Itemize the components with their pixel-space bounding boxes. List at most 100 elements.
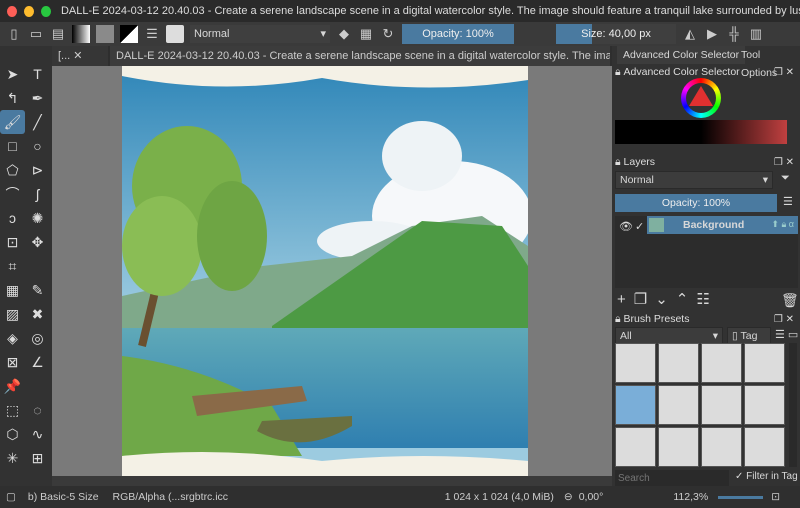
brush-preset-icon[interactable] [166, 25, 184, 43]
tab-document-1[interactable]: [... ✕ [52, 46, 108, 66]
layer-properties-icon[interactable]: ☷ [696, 291, 717, 308]
crop-tool-icon[interactable]: ⌗ [0, 254, 25, 278]
enclose-fill-tool-icon[interactable]: ◎ [25, 326, 50, 350]
line-tool-icon[interactable]: ╱ [25, 110, 50, 134]
minimize-window-button[interactable] [23, 5, 34, 17]
polyline-tool-icon[interactable]: ⊳ [25, 158, 50, 182]
freehand-brush-tool-icon[interactable]: 🖌 [0, 110, 25, 134]
opacity-slider[interactable]: Opacity: 100% [402, 24, 514, 44]
fit-screen-icon[interactable]: ⊡ [771, 491, 780, 503]
layer-opacity-slider[interactable]: Opacity: 100% [615, 194, 777, 212]
rotation-icon[interactable]: ⊖ [564, 491, 573, 503]
gradient-tool-icon[interactable]: ▦ [0, 278, 25, 302]
brush-preset[interactable] [615, 427, 656, 467]
alpha-lock-icon[interactable]: ▦ [358, 26, 374, 42]
colorize-mask-tool-icon[interactable]: ▨ [0, 302, 25, 326]
tab-tool-options[interactable]: Tool Options [735, 46, 800, 79]
move-down-icon[interactable]: ⌄ [655, 291, 676, 308]
float-close-icons[interactable]: ❐ ✕ [774, 157, 794, 168]
tab-document-active[interactable]: DALL-E 2024-03-12 20.40.03 - Create a se… [110, 46, 610, 66]
reference-images-tool-icon[interactable]: 📌 [0, 374, 25, 398]
measure-tool-icon[interactable]: ∠ [25, 350, 50, 374]
layer-lock-alpha-icons[interactable]: ⬆ 🔒︎ α [771, 219, 794, 230]
layer-checkbox[interactable]: ✓ [635, 220, 644, 233]
reload-preset-icon[interactable]: ↻ [380, 26, 396, 42]
add-layer-icon[interactable]: + [617, 291, 634, 308]
pattern-selector[interactable] [96, 25, 114, 43]
visibility-eye-icon[interactable]: 👁︎ [619, 220, 633, 233]
layer-blend-mode-select[interactable]: Normal ▾ [615, 171, 773, 189]
color-triangle[interactable] [689, 86, 713, 106]
multibrush-tool-icon[interactable]: ✺ [25, 206, 50, 230]
save-icon[interactable]: ▤ [50, 26, 66, 42]
polygon-select-tool-icon[interactable]: ⬡ [0, 422, 25, 446]
assistant-tool-icon[interactable]: ⊠ [0, 350, 25, 374]
move-up-icon[interactable]: ⌃ [676, 291, 697, 308]
edit-shapes-tool-icon[interactable]: ↰ [0, 86, 25, 110]
wrap-around-icon[interactable]: ╬ [726, 26, 742, 42]
presets-scrollbar[interactable] [789, 343, 797, 467]
freehand-path-tool-icon[interactable]: ʃ [25, 182, 50, 206]
lock-icon[interactable]: 🔒︎ [615, 156, 621, 169]
new-document-icon[interactable]: ▯ [6, 26, 22, 42]
select-shapes-tool-icon[interactable]: ➤ [0, 62, 25, 86]
bezier-tool-icon[interactable]: ⌒ [0, 182, 25, 206]
delete-layer-icon[interactable]: 🗑︎ [781, 292, 799, 309]
ellipse-select-tool-icon[interactable]: ◌ [25, 398, 50, 422]
brush-preset[interactable] [658, 343, 699, 383]
float-close-icons[interactable]: ❐ ✕ [774, 314, 794, 325]
text-tool-icon[interactable]: T [25, 62, 50, 86]
freehand-select-tool-icon[interactable]: ∿ [25, 422, 50, 446]
smart-patch-tool-icon[interactable]: ✖ [25, 302, 50, 326]
mirror-horizontal-icon[interactable]: ◭ [682, 26, 698, 42]
brush-preset[interactable] [615, 343, 656, 383]
preset-search-input[interactable] [615, 470, 729, 486]
filter-in-tag-checkbox[interactable]: ✓ Filter in Tag [735, 471, 798, 482]
presets-menu-icon[interactable]: ☰ ▭ [775, 328, 798, 341]
brush-settings-icon[interactable]: ☰ [144, 26, 160, 42]
color-sliders[interactable] [615, 120, 787, 144]
transform-tool-icon[interactable]: ⊡ [0, 230, 25, 254]
brush-preset[interactable] [701, 385, 742, 425]
duplicate-layer-icon[interactable]: ❐ [634, 291, 655, 308]
brush-preset[interactable] [744, 343, 785, 383]
brush-preset[interactable] [701, 343, 742, 383]
workspace-icon[interactable]: ▥ [748, 26, 764, 42]
calligraphy-tool-icon[interactable]: ✒ [25, 86, 50, 110]
lock-icon[interactable]: 🔒︎ [615, 66, 621, 79]
rectangle-tool-icon[interactable]: □ [0, 134, 25, 158]
horizontal-scrollbar[interactable] [52, 476, 612, 486]
maximize-window-button[interactable] [40, 5, 51, 17]
layer-row-background[interactable]: Background ⬆ 🔒︎ α [647, 216, 798, 234]
fg-bg-color-icon[interactable] [120, 25, 138, 43]
float-close-icons[interactable]: ❐ ✕ [774, 67, 794, 78]
lock-icon[interactable]: 🔒︎ [615, 313, 621, 326]
eraser-icon[interactable]: ◆ [336, 26, 352, 42]
mirror-vertical-icon[interactable]: ▶ [704, 26, 720, 42]
dynamic-brush-tool-icon[interactable]: ↄ [0, 206, 25, 230]
color-wheel[interactable] [681, 78, 721, 118]
size-slider[interactable]: Size: 40,00 px [556, 24, 676, 44]
contiguous-select-tool-icon[interactable]: ✳ [0, 446, 25, 470]
menu-icon[interactable]: ☰ [783, 195, 793, 208]
brush-preset[interactable] [701, 427, 742, 467]
zoom-slider[interactable] [718, 495, 764, 499]
move-tool-icon[interactable]: ✥ [25, 230, 50, 254]
brush-preset[interactable] [658, 385, 699, 425]
ellipse-tool-icon[interactable]: ○ [25, 134, 50, 158]
brush-preset[interactable] [658, 427, 699, 467]
brush-preset-selected[interactable] [615, 385, 656, 425]
tab-advanced-color-selector[interactable]: Advanced Color Selector [617, 46, 746, 64]
color-picker-tool-icon[interactable]: ✎ [25, 278, 50, 302]
canvas-area[interactable] [52, 66, 612, 476]
polygon-tool-icon[interactable]: ⬠ [0, 158, 25, 182]
close-window-button[interactable] [7, 5, 17, 17]
fill-tool-icon[interactable]: ◈ [0, 326, 25, 350]
open-document-icon[interactable]: ▭ [28, 26, 44, 42]
brush-preset[interactable] [744, 385, 785, 425]
gradient-selector[interactable] [72, 25, 90, 43]
blend-mode-select[interactable]: Normal ▾ [190, 25, 330, 43]
similar-select-tool-icon[interactable]: ⊞ [25, 446, 50, 470]
rect-select-tool-icon[interactable]: ⬚ [0, 398, 25, 422]
brush-preset[interactable] [744, 427, 785, 467]
